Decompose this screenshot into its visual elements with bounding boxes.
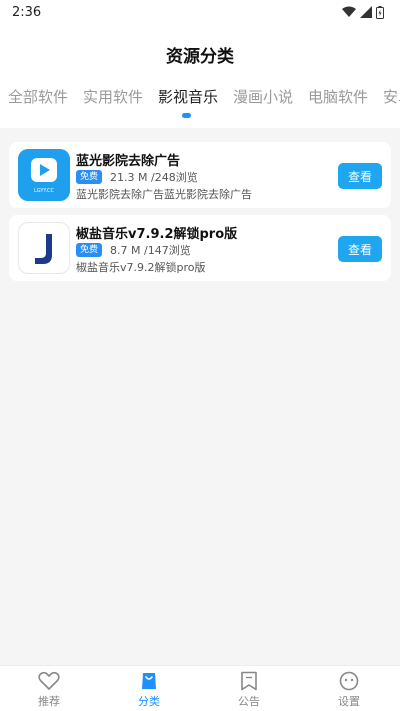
heart-icon [38, 671, 60, 690]
app-icon-text: LGYY.CC [33, 188, 55, 194]
meta-row: 免费 21.3 M /248浏览 [76, 169, 198, 185]
page-title: 资源分类 [166, 47, 234, 67]
nav-category[interactable]: 分类 [119, 671, 179, 709]
top-bar: 2:36 资源分类 全部软件 实用软件 影视音乐 漫画小说 电脑软件 安卓 [0, 0, 400, 128]
app-description: 椒盐音乐v7.9.2解锁pro版 [76, 261, 206, 274]
category-tabs: 全部软件 实用软件 影视音乐 漫画小说 电脑软件 安卓 [0, 86, 400, 110]
bottom-nav: 推荐 分类 公告 设置 [0, 665, 400, 711]
view-button[interactable]: 查看 [338, 236, 382, 262]
tab-android[interactable]: 安卓 [383, 86, 400, 107]
nav-recommend[interactable]: 推荐 [19, 671, 79, 709]
list-item[interactable]: 椒盐音乐v7.9.2解锁pro版 免费 8.7 M /147浏览 椒盐音乐v7.… [9, 215, 391, 281]
nav-label: 设置 [338, 695, 360, 708]
status-bar: 2:36 [0, 0, 400, 24]
tab-video-music[interactable]: 影视音乐 [158, 86, 218, 107]
signal-icon [360, 6, 372, 18]
jiaoyan-j-icon [18, 222, 70, 274]
size-views: 8.7 M /147浏览 [110, 244, 191, 257]
app-description: 蓝光影院去除广告蓝光影院去除广告 [76, 188, 252, 201]
active-tab-indicator [182, 113, 191, 118]
tab-comic-novel[interactable]: 漫画小说 [233, 86, 293, 107]
battery-icon [376, 5, 384, 19]
nav-announcement[interactable]: 公告 [219, 671, 279, 709]
status-icons [342, 5, 384, 19]
app-name: 椒盐音乐v7.9.2解锁pro版 [76, 227, 238, 242]
bookmark-icon [241, 671, 257, 691]
size-views: 21.3 M /248浏览 [110, 171, 198, 184]
tab-all-software[interactable]: 全部软件 [8, 86, 68, 107]
tab-utility-software[interactable]: 实用软件 [83, 86, 143, 107]
list-item[interactable]: LGYY.CC 蓝光影院去除广告 免费 21.3 M /248浏览 蓝光影院去除… [9, 142, 391, 208]
nav-label: 推荐 [38, 695, 60, 708]
status-time: 2:36 [12, 4, 42, 20]
smile-icon [339, 671, 359, 691]
wifi-icon [342, 6, 356, 17]
nav-settings[interactable]: 设置 [319, 671, 379, 709]
bag-icon [142, 673, 156, 689]
app-name: 蓝光影院去除广告 [76, 154, 181, 169]
free-badge: 免费 [76, 170, 103, 184]
meta-row: 免费 8.7 M /147浏览 [76, 242, 191, 258]
free-badge: 免费 [76, 243, 103, 257]
tab-pc-software[interactable]: 电脑软件 [308, 86, 368, 107]
resource-list: LGYY.CC 蓝光影院去除广告 免费 21.3 M /248浏览 蓝光影院去除… [9, 142, 391, 288]
nav-label: 公告 [238, 695, 260, 708]
lgyy-play-icon: LGYY.CC [18, 149, 70, 201]
nav-label: 分类 [138, 695, 160, 708]
view-button[interactable]: 查看 [338, 163, 382, 189]
